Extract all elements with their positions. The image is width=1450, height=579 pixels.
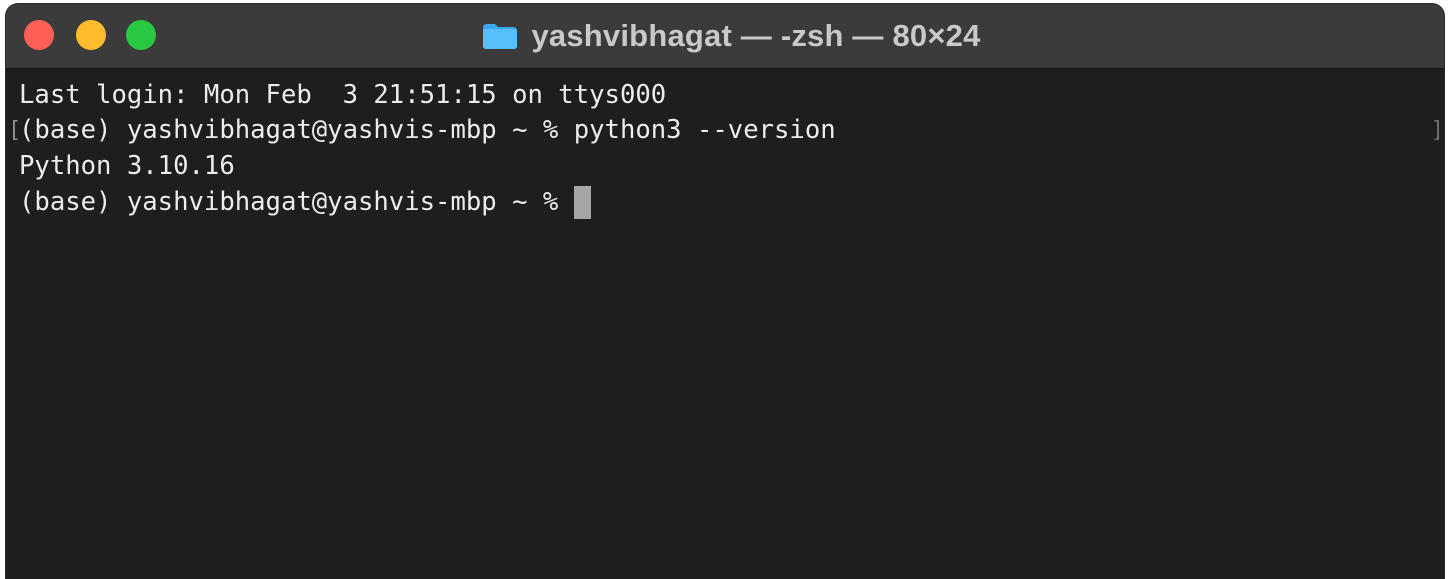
terminal-window: yashvibhagat — -zsh — 80×24 [ ] Last log… — [6, 4, 1444, 579]
window-title: yashvibhagat — -zsh — 80×24 — [531, 18, 981, 53]
mark-bracket-right: ] — [1430, 118, 1444, 143]
folder-icon — [483, 24, 518, 49]
terminal-prompt-line[interactable]: (base) yashvibhagat@yashvis-mbp ~ % — [19, 185, 591, 219]
prompt-text: (base) yashvibhagat@yashvis-mbp ~ % — [19, 187, 574, 217]
terminal-line: (base) yashvibhagat@yashvis-mbp ~ % pyth… — [19, 115, 836, 145]
title-bar[interactable]: yashvibhagat — -zsh — 80×24 — [6, 4, 1444, 69]
text-cursor — [573, 186, 591, 219]
terminal-line: Python 3.10.16 — [19, 151, 235, 181]
terminal-output[interactable]: [ ] Last login: Mon Feb 3 21:51:15 on tt… — [6, 69, 1444, 579]
terminal-line: Last login: Mon Feb 3 21:51:15 on ttys00… — [19, 80, 667, 110]
window-title-area: yashvibhagat — -zsh — 80×24 — [6, 4, 1444, 68]
